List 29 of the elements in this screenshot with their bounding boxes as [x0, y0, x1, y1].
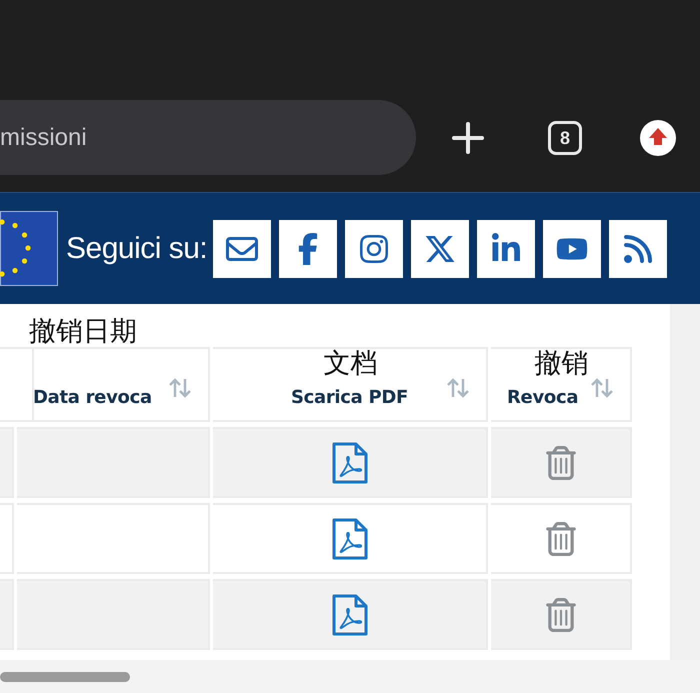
pdf-file-icon[interactable] [332, 518, 368, 560]
pdf-file-icon[interactable] [332, 594, 368, 636]
youtube-link[interactable] [543, 220, 602, 278]
address-text: missioni [0, 124, 87, 152]
instagram-link[interactable] [345, 220, 404, 278]
column-label: Data revoca [33, 387, 152, 408]
x-link[interactable] [411, 220, 470, 278]
column-label: Revoca [507, 387, 578, 408]
address-bar[interactable]: missioni [0, 100, 416, 175]
trash-icon[interactable] [544, 522, 578, 556]
trash-icon[interactable] [544, 598, 578, 632]
annotation-text: 撤销日期 [29, 315, 137, 349]
new-tab-button[interactable] [450, 120, 486, 156]
pdf-file-icon[interactable] [332, 442, 368, 484]
upload-icon[interactable] [640, 120, 676, 156]
facebook-link[interactable] [279, 220, 338, 278]
rss-icon [622, 232, 654, 264]
scrollbar-thumb[interactable] [0, 672, 130, 682]
eu-flag-icon [0, 211, 58, 286]
annotation-text: 撤销 [534, 347, 590, 381]
column-label: Scarica PDF [290, 387, 408, 408]
email-link[interactable] [213, 220, 272, 278]
tab-count-button[interactable]: 8 [548, 121, 582, 155]
trash-icon[interactable] [544, 446, 578, 480]
annotation-text: 文档 [322, 347, 378, 381]
rss-link[interactable] [609, 220, 668, 278]
instagram-icon [358, 232, 390, 264]
follow-label: Seguici su: [66, 232, 208, 266]
linkedin-link[interactable] [477, 220, 536, 278]
